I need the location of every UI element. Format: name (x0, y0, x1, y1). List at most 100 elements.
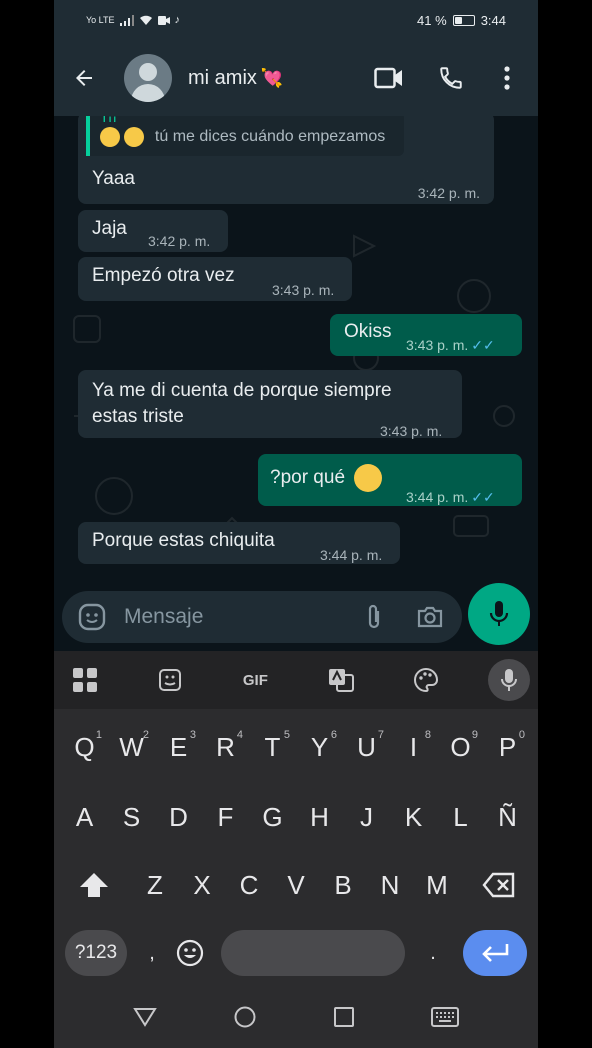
message-text: Jaja (92, 218, 127, 239)
key-row-1: Q1W2E3R4T5Y6U7I8O9P0 (54, 719, 538, 775)
key-i[interactable]: I8 (390, 719, 437, 775)
message-text: Empezó otra vez (92, 265, 235, 286)
key-f[interactable]: F (202, 789, 249, 845)
key-k[interactable]: K (390, 789, 437, 845)
message-time: 3:43 p. m. (272, 282, 335, 298)
key-label: Y (310, 731, 329, 762)
message-composer: Mensaje (54, 581, 538, 651)
nav-home-button[interactable] (234, 1006, 256, 1033)
key-label: G (262, 801, 283, 832)
status-left: Yo LTE ♪ (86, 14, 180, 26)
keyboard-hide-button[interactable] (431, 1007, 460, 1032)
key-row-4: ?123 , . (54, 925, 538, 981)
period-key[interactable]: . (413, 925, 453, 981)
quoted-message[interactable]: Tú tú me dices cuándo empezamos (86, 116, 404, 156)
message-bubble-in[interactable]: Tú tú me dices cuándo empezamos Yaaa 3:4… (78, 116, 494, 204)
key-ñ[interactable]: Ñ (484, 789, 531, 845)
key-w[interactable]: W2 (108, 719, 155, 775)
message-bubble-in[interactable]: Jaja 3:42 p. m. (78, 210, 228, 252)
key-o[interactable]: O9 (437, 719, 484, 775)
message-bubble-in[interactable]: Empezó otra vez 3:43 p. m. (78, 257, 352, 301)
sticker-icon (159, 669, 182, 691)
message-bubble-in[interactable]: Ya me di cuenta de porque siempre estas … (78, 370, 462, 439)
nav-home-icon (234, 1006, 256, 1028)
key-e[interactable]: E3 (155, 719, 202, 775)
key-a[interactable]: A (61, 789, 108, 845)
voice-record-button[interactable] (468, 583, 530, 645)
palette-icon (413, 667, 438, 693)
message-bubble-in[interactable]: Porque estas chiquita 3:44 p. m. (78, 522, 400, 564)
key-number-hint: 6 (330, 729, 337, 741)
key-u[interactable]: U7 (343, 719, 390, 775)
gif-button[interactable]: GIF (232, 657, 278, 703)
key-z[interactable]: Z (132, 857, 179, 913)
key-label: U (357, 731, 376, 762)
chat-area[interactable]: Tú tú me dices cuándo empezamos Yaaa 3:4… (54, 116, 538, 581)
key-r[interactable]: R4 (202, 719, 249, 775)
keyboard-icon (431, 1007, 460, 1027)
key-t[interactable]: T5 (249, 719, 296, 775)
message-time: 3:42 p. m. (417, 185, 480, 201)
contact-name[interactable]: mi amix 💘 (188, 67, 358, 90)
key-label: Q (74, 731, 95, 762)
camera-icon[interactable] (416, 605, 444, 629)
theme-button[interactable] (403, 657, 449, 703)
status-bar: Yo LTE ♪ 41 % 3:44 (54, 0, 538, 40)
translate-button[interactable] (318, 657, 364, 703)
key-d[interactable]: D (155, 789, 202, 845)
attach-icon[interactable] (366, 603, 382, 631)
key-n[interactable]: N (367, 857, 414, 913)
space-key[interactable] (221, 930, 405, 976)
backspace-key[interactable] (461, 857, 537, 913)
key-g[interactable]: G (249, 789, 296, 845)
keyboard-voice-button[interactable] (487, 659, 530, 701)
relieved-emoji-icon (124, 126, 145, 147)
message-input[interactable]: Mensaje (62, 591, 462, 643)
sticker-button[interactable] (147, 657, 193, 703)
emoji-key[interactable] (167, 925, 213, 981)
key-number-hint: 7 (377, 729, 384, 741)
key-b[interactable]: B (320, 857, 367, 913)
key-label: F (217, 801, 234, 832)
shift-key[interactable] (56, 857, 132, 913)
key-p[interactable]: P0 (484, 719, 531, 775)
apps-grid-icon (73, 668, 97, 692)
key-q[interactable]: Q1 (61, 719, 108, 775)
contact-avatar[interactable] (124, 54, 172, 102)
key-v[interactable]: V (273, 857, 320, 913)
symbols-key[interactable]: ?123 (65, 930, 127, 976)
video-call-button[interactable] (358, 40, 420, 116)
sticker-icon[interactable] (78, 603, 106, 631)
back-button[interactable] (54, 40, 114, 116)
key-l[interactable]: L (437, 789, 484, 845)
key-h[interactable]: H (296, 789, 343, 845)
key-row-3: ZXCVBNM (54, 857, 538, 913)
apps-button[interactable] (62, 657, 108, 703)
header-actions (358, 40, 532, 116)
shift-icon (79, 873, 108, 897)
key-m[interactable]: M (414, 857, 461, 913)
message-bubble-out[interactable]: Okiss 3:43 p. m. ✓✓ (330, 314, 522, 356)
key-label: Ñ (498, 801, 517, 832)
read-ticks-icon: ✓✓ (471, 489, 495, 505)
nav-back-button[interactable] (132, 1007, 157, 1032)
message-bubble-out[interactable]: ?por qué 3:44 p. m. ✓✓ (258, 454, 522, 506)
voice-call-button[interactable] (420, 40, 482, 116)
key-label: R (216, 731, 235, 762)
nav-recents-button[interactable] (333, 1007, 354, 1032)
key-c[interactable]: C (226, 857, 273, 913)
key-y[interactable]: Y6 (296, 719, 343, 775)
more-options-button[interactable] (482, 40, 532, 116)
key-label: P (498, 731, 517, 762)
key-number-hint: 1 (95, 729, 102, 741)
comma-key[interactable]: , (137, 925, 167, 981)
key-j[interactable]: J (343, 789, 390, 845)
translate-icon (328, 669, 354, 692)
network-indicator: Yo LTE (86, 15, 115, 25)
phone-screen: Yo LTE ♪ 41 % 3:44 mi amix 💘 tú me dices… (54, 0, 538, 1048)
enter-key[interactable] (463, 930, 527, 976)
key-x[interactable]: X (179, 857, 226, 913)
nav-recents-icon (333, 1007, 354, 1027)
key-label: L (453, 801, 468, 832)
key-s[interactable]: S (108, 789, 155, 845)
